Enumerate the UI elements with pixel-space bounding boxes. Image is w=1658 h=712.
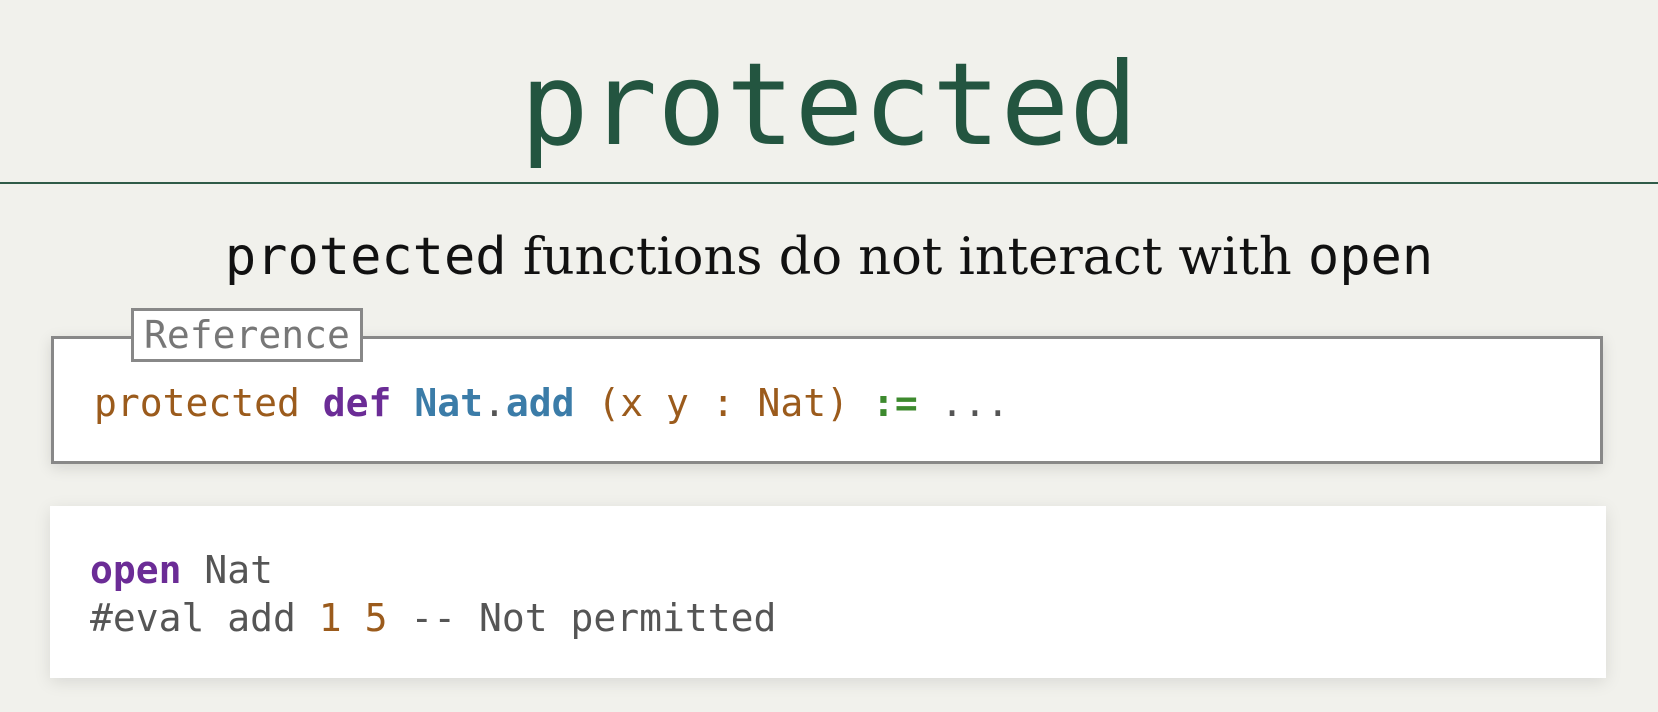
code-token-nat[interactable]: Nat xyxy=(204,548,273,592)
reference-code: protected def Nat.add (x y : Nat) := ... xyxy=(94,378,1009,428)
code-token-eval-cmd[interactable]: #eval add xyxy=(90,596,296,640)
code-line-open: open Nat xyxy=(90,546,776,594)
code-token-namespace[interactable]: Nat xyxy=(414,381,483,425)
code-line-eval: #eval add 1 5 -- Not permitted xyxy=(90,594,776,642)
code-token-number-1: 1 xyxy=(318,596,342,640)
example-code-block: open Nat #eval add 1 5 -- Not permitted xyxy=(50,506,1606,678)
heading-text: functions do not interact with xyxy=(506,228,1308,287)
example-code-lines: open Nat #eval add 1 5 -- Not permitted xyxy=(90,546,776,642)
code-comment: -- Not permitted xyxy=(410,596,777,640)
code-token-signature: (x y : Nat) xyxy=(597,381,850,425)
code-token-dot: . xyxy=(482,381,506,425)
heading-code-protected: protected xyxy=(224,227,507,287)
page-title: protected xyxy=(520,38,1138,171)
code-token-assign: := xyxy=(871,381,918,425)
code-token-function[interactable]: add xyxy=(506,381,575,425)
code-token-protected: protected xyxy=(94,381,300,425)
heading-code-open: open xyxy=(1307,227,1434,287)
code-token-open: open xyxy=(90,548,182,592)
code-token-number-2: 5 xyxy=(364,596,388,640)
section-heading: protected functions do not interact with… xyxy=(0,222,1658,293)
code-token-body: ... xyxy=(940,381,1010,425)
reference-label: Reference xyxy=(131,308,363,362)
code-token-def: def xyxy=(322,381,392,425)
title-divider xyxy=(0,182,1658,184)
